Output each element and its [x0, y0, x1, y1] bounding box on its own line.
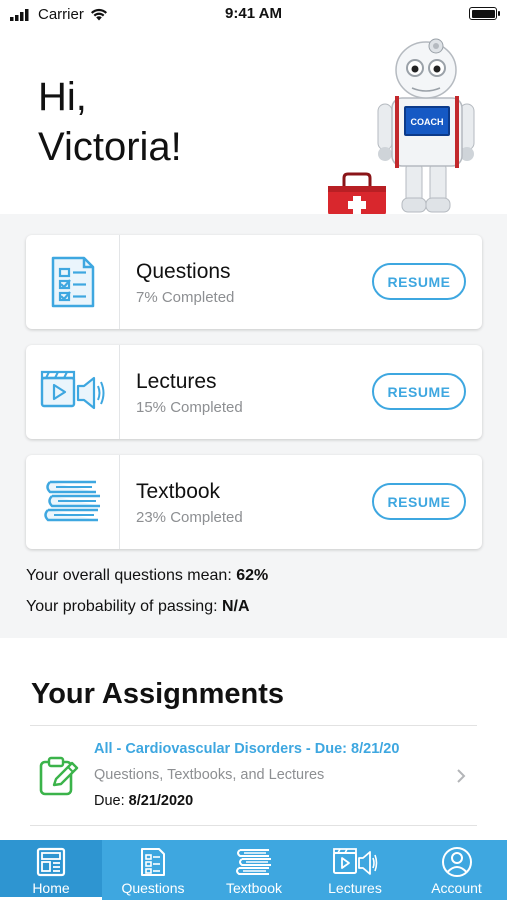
assignment-due-label: Due: [94, 793, 125, 809]
questions-card-title: Questions [136, 260, 231, 283]
assignment-name[interactable]: All - Cardiovascular Disorders - Due: 8/… [94, 741, 399, 757]
questions-resume-button[interactable]: RESUME [372, 263, 466, 300]
tab-home-label: Home [32, 880, 70, 896]
lectures-card-progress: 15% Completed [136, 399, 243, 416]
assignments-heading: Your Assignments [31, 678, 284, 710]
tab-lectures[interactable]: Lectures [304, 840, 406, 900]
battery-icon [469, 7, 500, 20]
textbook-card: Textbook 23% Completed RESUME [26, 455, 482, 549]
questions-mean-label: Your overall questions mean: [26, 567, 232, 584]
tab-questions[interactable]: Questions [102, 840, 204, 900]
lectures-card-icon-cell [26, 345, 120, 439]
tab-lectures-label: Lectures [328, 880, 382, 896]
tab-account-label: Account [431, 880, 482, 896]
passing-probability-value: N/A [221, 598, 250, 615]
textbook-card-icon-cell [26, 455, 120, 549]
questions-card-progress: 7% Completed [136, 289, 235, 306]
greeting-line-1: Hi, [38, 75, 87, 119]
greeting: Hi, Victoria! [38, 72, 182, 172]
textbook-card-title: Textbook [136, 480, 221, 503]
video-lecture-icon [40, 370, 104, 410]
home-icon [36, 847, 66, 877]
assignment-description: Questions, Textbooks, and Lectures [94, 767, 325, 783]
questions-mean-value: 62% [236, 567, 269, 584]
questions-card: Questions 7% Completed RESUME [26, 235, 482, 329]
questions-card-icon-cell [26, 235, 120, 329]
assignment-due-value: 8/21/2020 [128, 793, 194, 809]
assignment-row[interactable]: All - Cardiovascular Disorders - Due: 8/… [0, 727, 507, 825]
robot-screen-text: COACH [411, 117, 444, 127]
textbook-icon [236, 849, 271, 875]
clipboard-edit-icon [39, 756, 79, 796]
questions-icon [141, 848, 165, 876]
tab-bar: Home Questions Textbook Lectures Account [0, 840, 507, 900]
assignments-divider-bottom [30, 825, 477, 826]
tab-questions-label: Questions [121, 880, 185, 896]
status-time: 9:41 AM [225, 5, 282, 22]
chevron-right-icon[interactable] [455, 768, 467, 784]
checklist-icon [51, 256, 94, 308]
greeting-line-2: Victoria! [38, 125, 182, 169]
passing-probability-label: Your probability of passing: [26, 598, 218, 615]
header: Hi, Victoria! COACH [0, 28, 507, 214]
lectures-resume-button[interactable]: RESUME [372, 373, 466, 410]
assignments-divider-top [30, 725, 477, 726]
lectures-card: Lectures 15% Completed RESUME [26, 345, 482, 439]
status-bar: Carrier 9:41 AM [0, 0, 507, 28]
robot-coach-mascot: COACH [328, 38, 475, 214]
tab-account[interactable]: Account [406, 840, 507, 900]
passing-probability-stat: Your probability of passing: N/A [26, 598, 250, 616]
medical-bag-icon [328, 172, 386, 214]
account-icon [441, 847, 472, 877]
tab-home[interactable]: Home [0, 840, 102, 900]
textbook-card-progress: 23% Completed [136, 509, 243, 526]
progress-section: Questions 7% Completed RESUME Lectures 1… [0, 214, 507, 638]
assignment-due: Due: 8/21/2020 [94, 793, 193, 809]
textbook-resume-button[interactable]: RESUME [372, 483, 466, 520]
lectures-icon [333, 848, 378, 875]
tab-textbook[interactable]: Textbook [204, 840, 304, 900]
tab-textbook-label: Textbook [225, 880, 283, 896]
books-icon [43, 480, 100, 522]
lectures-card-title: Lectures [136, 370, 217, 393]
questions-mean-stat: Your overall questions mean: 62% [26, 567, 268, 585]
